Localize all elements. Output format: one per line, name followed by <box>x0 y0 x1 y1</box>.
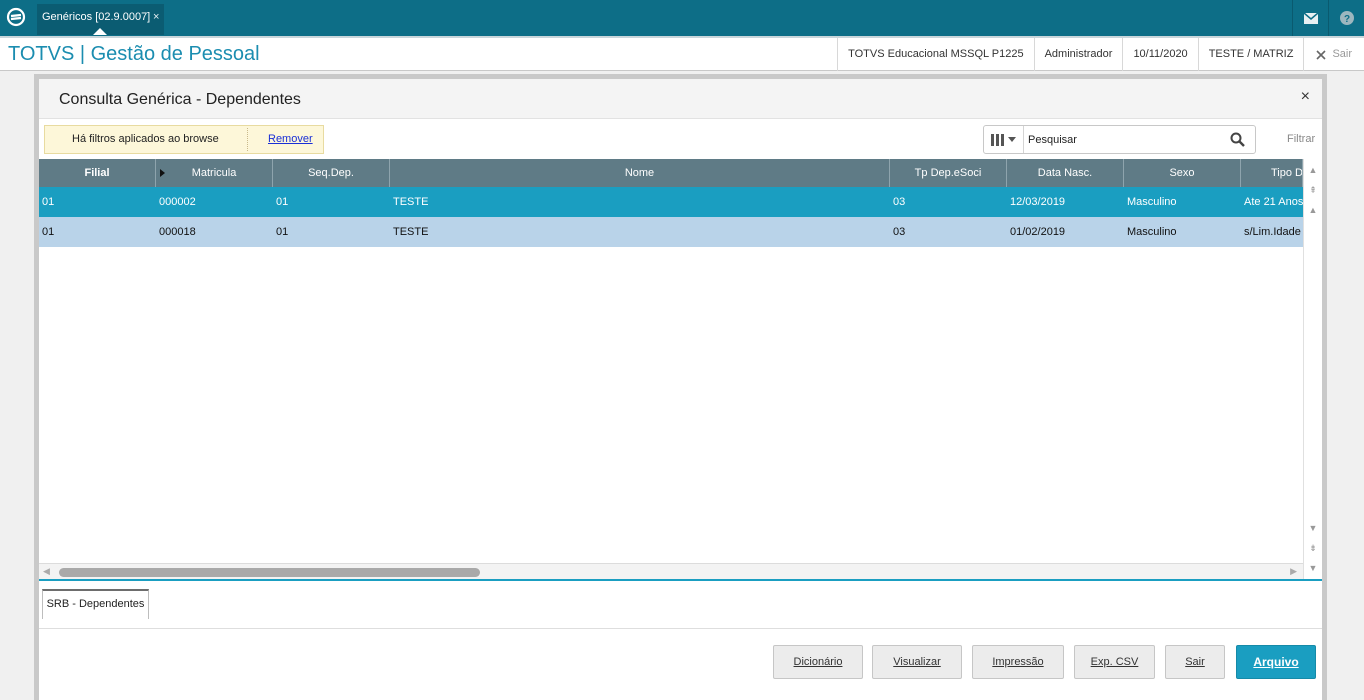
cell-tp-dep-esocial: 03 <box>893 196 906 208</box>
cell-data-nasc: 12/03/2019 <box>1010 196 1066 208</box>
exit-button[interactable]: Sair <box>1303 38 1364 71</box>
column-header-tp-dep-esocial[interactable]: Tp Dep.eSoci <box>890 159 1007 187</box>
mail-icon[interactable] <box>1292 0 1328 36</box>
scroll-page-down-icon[interactable]: ▼ <box>1306 519 1320 537</box>
filter-button[interactable]: Filtrar <box>1287 133 1315 145</box>
horizontal-scroll-thumb[interactable] <box>59 568 480 577</box>
tab-close-icon[interactable]: × <box>153 4 159 31</box>
cell-matricula: 000018 <box>159 226 196 238</box>
cell-sexo: Masculino <box>1127 226 1177 238</box>
visualizar-button[interactable]: Visualizar <box>872 645 962 679</box>
cell-nome: TESTE <box>393 226 429 238</box>
tab-genericos-label: Genéricos [02.9.0007] <box>42 11 151 23</box>
app-header: TOTVS | Gestão de Pessoal TOTVS Educacio… <box>0 36 1364 71</box>
consulta-dialog: Consulta Genérica - Dependentes × Há fil… <box>39 79 1322 700</box>
totvs-logo-icon[interactable] <box>6 7 26 27</box>
scroll-right-icon[interactable]: ▶ <box>1290 566 1297 577</box>
search-box <box>983 125 1256 154</box>
filter-notice: Há filtros aplicados ao browse Remover <box>44 125 324 154</box>
grid-header: Filial Matricula Seq.Dep. Nome Tp Dep.eS… <box>39 159 1303 187</box>
date-label: 10/11/2020 <box>1122 38 1197 71</box>
column-header-seq-dep[interactable]: Seq.Dep. <box>273 159 390 187</box>
environment-label: TOTVS Educacional MSSQL P1225 <box>837 38 1033 71</box>
cell-seq-dep: 01 <box>276 196 289 208</box>
impressao-button[interactable]: Impressão <box>972 645 1064 679</box>
column-header-matricula[interactable]: Matricula <box>156 159 273 187</box>
cell-filial: 01 <box>42 196 55 208</box>
cell-sexo: Masculino <box>1127 196 1177 208</box>
cell-seq-dep: 01 <box>276 226 289 238</box>
scroll-page-up-icon[interactable]: ▲ <box>1306 201 1320 219</box>
arquivo-button[interactable]: Arquivo <box>1236 645 1316 679</box>
tab-srb-dependentes[interactable]: SRB - Dependentes <box>42 589 149 619</box>
table-row[interactable]: 01 000002 01 TESTE 03 12/03/2019 Masculi… <box>39 187 1303 217</box>
row-pointer-icon <box>160 169 165 177</box>
top-tab-bar: Genéricos [02.9.0007] × ? <box>0 0 1364 36</box>
scroll-top-icon[interactable]: ⇞ <box>1306 181 1320 199</box>
results-grid: Filial Matricula Seq.Dep. Nome Tp Dep.eS… <box>39 159 1303 563</box>
tab-genericos[interactable]: Genéricos [02.9.0007] × <box>37 4 164 35</box>
cell-tipo-dep: s/Lim.Idade <box>1244 226 1301 238</box>
scroll-up-icon[interactable]: ▲ <box>1306 161 1320 179</box>
cell-tp-dep-esocial: 03 <box>893 226 906 238</box>
close-icon <box>1316 49 1327 60</box>
column-header-nome[interactable]: Nome <box>390 159 890 187</box>
tab-active-caret <box>93 28 107 35</box>
user-label: Administrador <box>1033 38 1123 71</box>
column-header-filial[interactable]: Filial <box>39 159 156 187</box>
exit-label: Sair <box>1332 48 1352 60</box>
chevron-down-icon <box>1008 137 1016 142</box>
cell-tipo-dep: Ate 21 Anos <box>1244 196 1303 208</box>
dialog-title: Consulta Genérica - Dependentes <box>59 91 301 108</box>
app-title: TOTVS | Gestão de Pessoal <box>8 43 260 65</box>
search-icon[interactable] <box>1230 132 1245 150</box>
column-header-data-nasc[interactable]: Data Nasc. <box>1007 159 1124 187</box>
scroll-left-icon[interactable]: ◀ <box>43 566 50 577</box>
scroll-bottom-icon[interactable]: ⇟ <box>1306 539 1320 557</box>
column-select-button[interactable] <box>984 126 1024 153</box>
horizontal-scrollbar[interactable]: ◀ ▶ <box>39 563 1303 579</box>
search-input[interactable] <box>1028 131 1218 148</box>
filter-notice-text: Há filtros aplicados ao browse <box>72 133 219 145</box>
cell-matricula: 000002 <box>159 196 196 208</box>
column-header-sexo[interactable]: Sexo <box>1124 159 1241 187</box>
dicionario-button[interactable]: Dicionário <box>773 645 863 679</box>
filter-divider <box>247 128 248 151</box>
dialog-close-icon[interactable]: × <box>1301 88 1310 106</box>
sair-button[interactable]: Sair <box>1165 645 1225 679</box>
help-icon[interactable]: ? <box>1328 0 1364 36</box>
tab-strip: SRB - Dependentes <box>39 581 1322 629</box>
cell-data-nasc: 01/02/2019 <box>1010 226 1066 238</box>
remove-filter-link[interactable]: Remover <box>268 133 313 145</box>
cell-filial: 01 <box>42 226 55 238</box>
column-header-tipo-dep[interactable]: Tipo D <box>1241 159 1303 187</box>
cell-nome: TESTE <box>393 196 429 208</box>
scroll-down-icon[interactable]: ▼ <box>1306 559 1320 577</box>
dialog-header: Consulta Genérica - Dependentes × <box>39 79 1322 119</box>
company-label: TESTE / MATRIZ <box>1197 38 1304 71</box>
svg-text:?: ? <box>1343 14 1349 25</box>
exp-csv-button[interactable]: Exp. CSV <box>1074 645 1155 679</box>
column-header-matricula-label: Matricula <box>191 167 237 179</box>
columns-icon <box>991 133 1004 146</box>
table-row[interactable]: 01 000018 01 TESTE 03 01/02/2019 Masculi… <box>39 217 1303 247</box>
vertical-scrollbar[interactable]: ▲ ⇞ ▲ ▼ ⇟ ▼ <box>1303 159 1322 579</box>
